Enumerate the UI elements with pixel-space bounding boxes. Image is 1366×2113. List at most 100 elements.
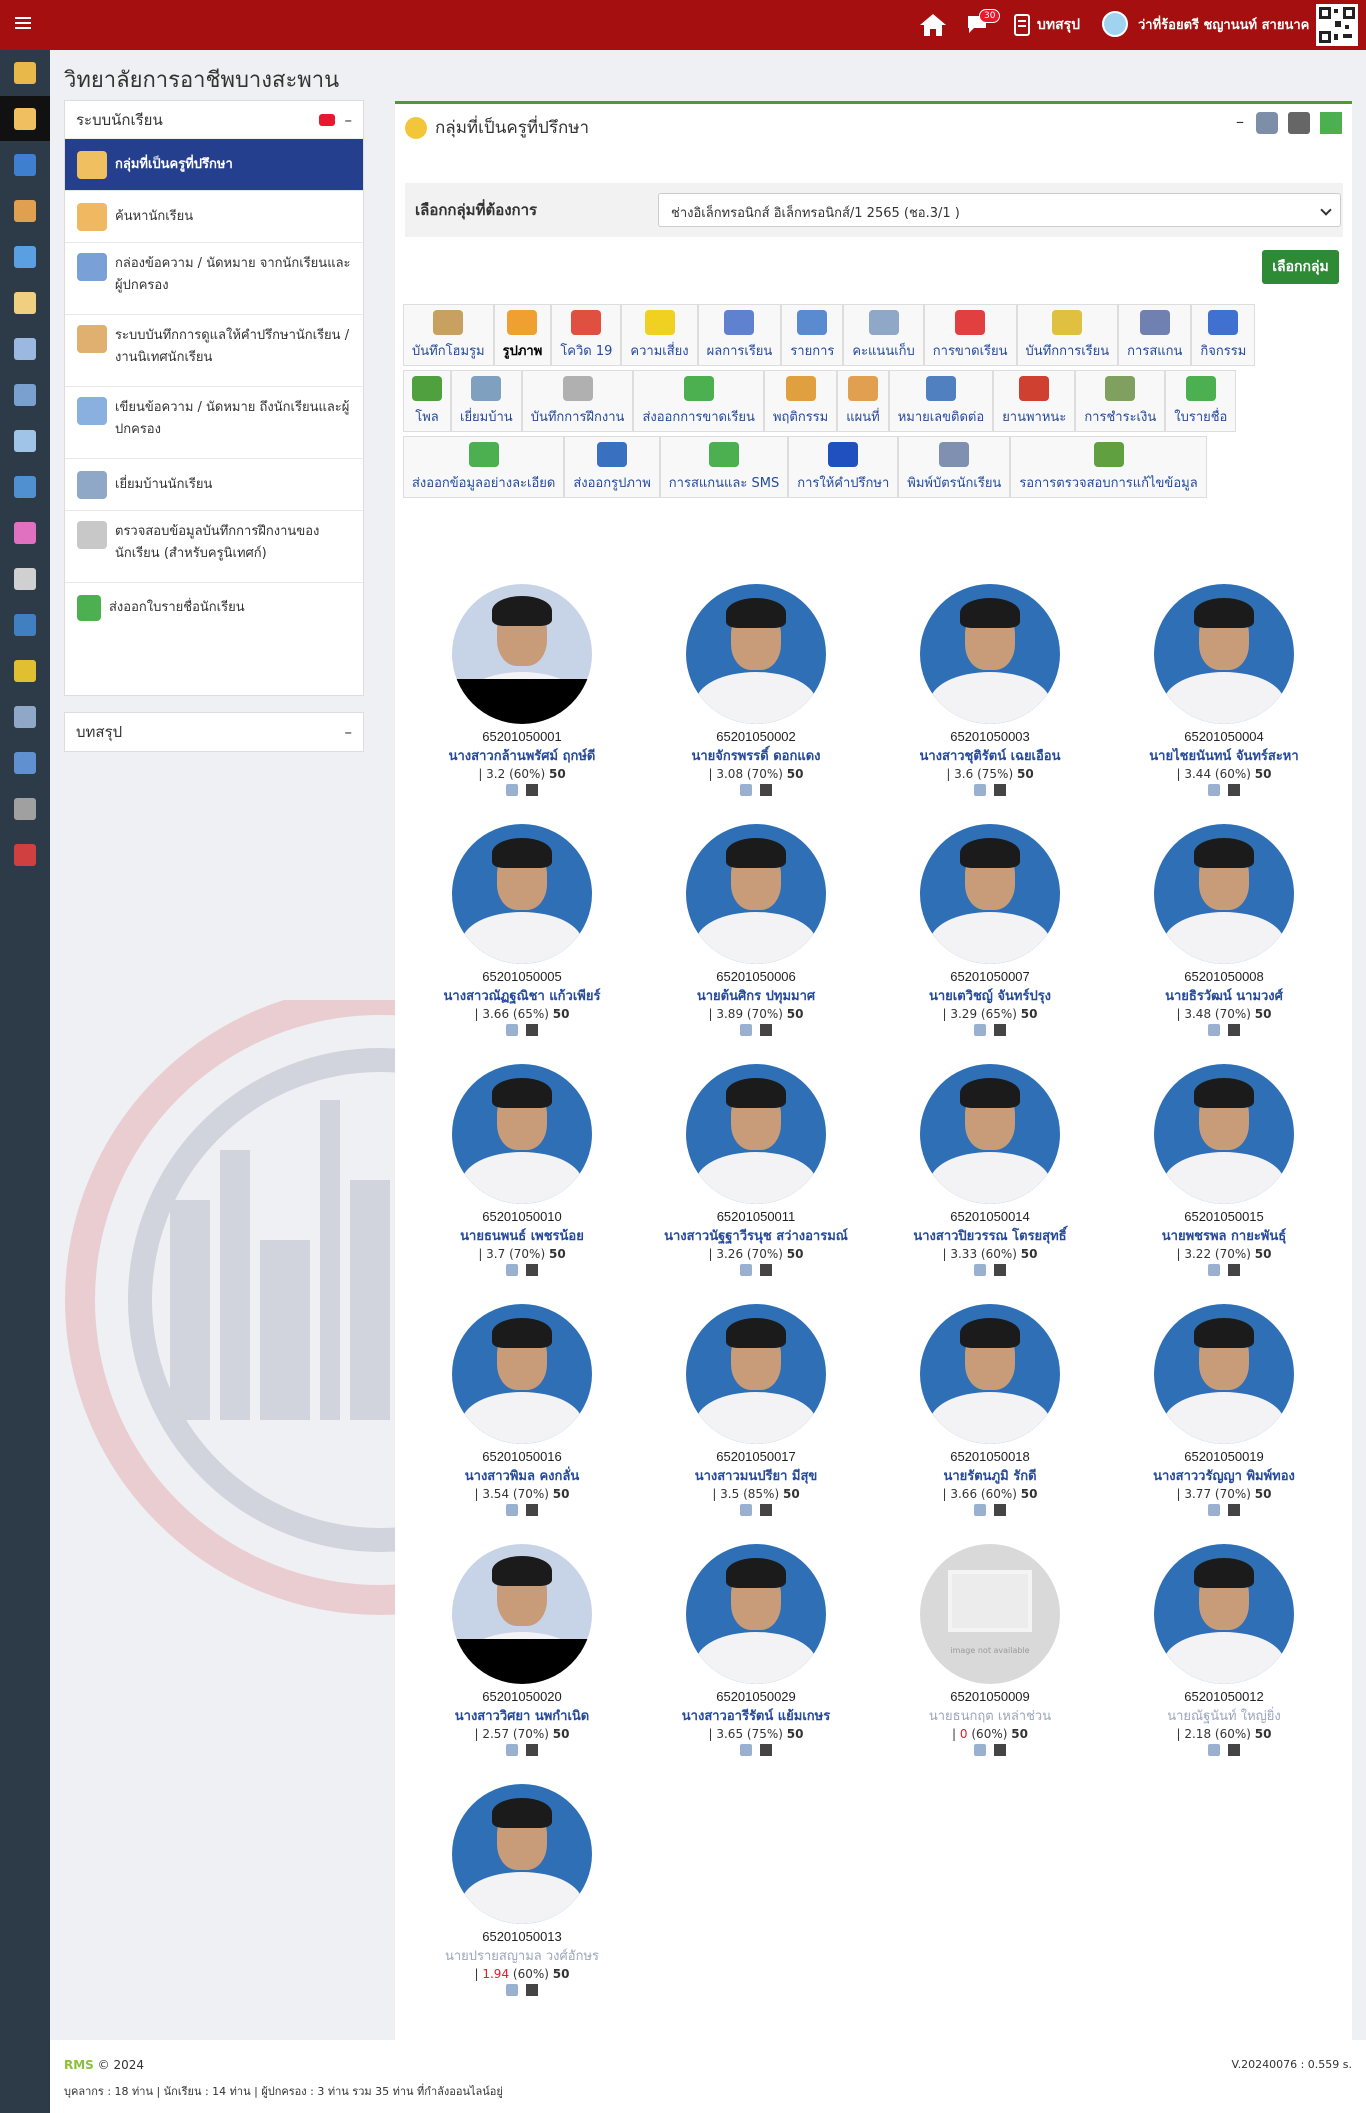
student-card[interactable]: 65201050020 นางสาววิศยา นพกำเนิด | 2.57 (7…: [405, 1544, 639, 1756]
student-card[interactable]: 65201050002 นายจักรพรรดิ์ ดอกแดง | 3.08 (7…: [639, 584, 873, 796]
student-id[interactable]: 65201050020: [405, 1689, 639, 1704]
student-photo[interactable]: [452, 1064, 592, 1204]
tool-row2-6[interactable]: หมายเลขติดต่อ: [888, 370, 994, 432]
student-card[interactable]: 65201050003 นางสาวชุติรัตน์ เฉยเอือน | 3.6…: [873, 584, 1107, 796]
qr-code-icon[interactable]: [526, 784, 538, 796]
book-icon[interactable]: [506, 1984, 518, 1996]
tool-row2-0[interactable]: โพล: [403, 370, 451, 432]
tool-row1-9[interactable]: การสแกน: [1118, 304, 1192, 366]
student-name[interactable]: นางสาวกล้านพรัศม์ ฤกษ์ดี: [405, 745, 639, 766]
student-photo[interactable]: [920, 1304, 1060, 1444]
qr-code-icon[interactable]: [994, 1744, 1006, 1756]
student-photo[interactable]: [1154, 824, 1294, 964]
qr-code-icon[interactable]: [760, 784, 772, 796]
qr-code-icon[interactable]: [994, 1264, 1006, 1276]
book-icon[interactable]: [740, 784, 752, 796]
qr-code-icon[interactable]: [1228, 1024, 1240, 1036]
student-photo[interactable]: [452, 824, 592, 964]
book-icon[interactable]: [506, 1744, 518, 1756]
student-id[interactable]: 65201050011: [639, 1209, 873, 1224]
tool-row1-3[interactable]: ความเสี่ยง: [621, 304, 698, 366]
youtube-icon[interactable]: [318, 113, 335, 126]
student-photo[interactable]: [920, 824, 1060, 964]
student-name[interactable]: นางสาววิศยา นพกำเนิด: [405, 1705, 639, 1726]
nav-settings-icon[interactable]: [14, 798, 36, 820]
tool-row3-5[interactable]: รอการตรวจสอบการแก้ไขข้อมูล: [1010, 436, 1207, 498]
menu-home-visit[interactable]: เยี่ยมบ้านนักเรียน: [65, 459, 363, 511]
student-name[interactable]: นายเตวิชญ์ จันทร์ปรุง: [873, 985, 1107, 1006]
nav-tools-icon[interactable]: [14, 614, 36, 636]
student-photo[interactable]: image not available: [920, 1544, 1060, 1684]
user-menu[interactable]: ว่าที่ร้อยตรี ชญานนท์ สายนาค: [1102, 11, 1309, 37]
excel-export-icon[interactable]: [1320, 112, 1342, 134]
menu-inbox[interactable]: กล่องข้อความ / นัดหมาย จากนักเรียนและผู้…: [65, 243, 363, 315]
student-card[interactable]: 65201050019 นางสาววรัญญา พิมพ์ทอง | 3.77 (…: [1107, 1304, 1341, 1516]
book-icon[interactable]: [740, 1024, 752, 1036]
nav-news-icon[interactable]: [14, 430, 36, 452]
student-name[interactable]: นางสาวณัฏฐณิชา แก้วเพียร์: [405, 985, 639, 1006]
student-id[interactable]: 65201050012: [1107, 1689, 1341, 1704]
notification-button[interactable]: 30: [965, 9, 1001, 40]
qr-code-icon[interactable]: [760, 1504, 772, 1516]
student-photo[interactable]: [686, 1544, 826, 1684]
student-id[interactable]: 65201050007: [873, 969, 1107, 984]
student-card[interactable]: image not available 65201050009 นายธนกฤต เ…: [873, 1544, 1107, 1756]
book-icon[interactable]: [740, 1264, 752, 1276]
nav-thumb-icon[interactable]: [14, 292, 36, 314]
tool-row1-4[interactable]: ผลการเรียน: [697, 304, 782, 366]
qr-code-icon[interactable]: [1228, 1504, 1240, 1516]
student-card[interactable]: 65201050005 นางสาวณัฏฐณิชา แก้วเพียร์ | 3.…: [405, 824, 639, 1036]
student-id[interactable]: 65201050019: [1107, 1449, 1341, 1464]
book-icon[interactable]: [740, 1744, 752, 1756]
student-name[interactable]: นางสาวชุติรัตน์ เฉยเอือน: [873, 745, 1107, 766]
student-card[interactable]: 65201050012 นายณัฐนันท์ ใหญ่ยิ่ง | 2.18 (6…: [1107, 1544, 1341, 1756]
select-group-button[interactable]: เลือกกลุ่ม: [1262, 250, 1339, 284]
student-name[interactable]: นายรัตนภูมิ รักดี: [873, 1465, 1107, 1486]
qr-code-icon[interactable]: [994, 1504, 1006, 1516]
tool-row3-2[interactable]: การสแกนและ SMS: [659, 436, 789, 498]
student-name[interactable]: นางสาวพิมล คงกลั่น: [405, 1465, 639, 1486]
book-icon[interactable]: [974, 1504, 986, 1516]
nav-flower-icon[interactable]: [14, 522, 36, 544]
student-id[interactable]: 65201050016: [405, 1449, 639, 1464]
nav-group-icon[interactable]: [14, 62, 36, 84]
book-icon[interactable]: [506, 1504, 518, 1516]
student-card[interactable]: 65201050007 นายเตวิชญ์ จันทร์ปรุง | 3.29 (…: [873, 824, 1107, 1036]
book-icon[interactable]: [974, 1744, 986, 1756]
student-card[interactable]: 65201050016 นางสาวพิมล คงกลั่น | 3.54 (70%…: [405, 1304, 639, 1516]
student-id[interactable]: 65201050001: [405, 729, 639, 744]
qr-code-icon[interactable]: [526, 1984, 538, 1996]
qr-code-icon[interactable]: [994, 784, 1006, 796]
menu-search-students[interactable]: ค้นหานักเรียน: [65, 191, 363, 243]
student-name[interactable]: นายธิรวัฒน์ นามวงศ์: [1107, 985, 1341, 1006]
tool-row1-6[interactable]: คะแนนเก็บ: [843, 304, 924, 366]
qr-code-icon[interactable]: [526, 1504, 538, 1516]
qr-code-icon[interactable]: [1316, 4, 1358, 46]
nav-logout-icon[interactable]: [14, 844, 36, 866]
collapse-icon[interactable]: –: [345, 111, 353, 129]
qr-code-icon[interactable]: [760, 1024, 772, 1036]
nav-trash-icon[interactable]: [14, 706, 36, 728]
menu-write-message[interactable]: เขียนข้อความ / นัดหมาย ถึงนักเรียนและผู้…: [65, 387, 363, 459]
student-photo[interactable]: [1154, 1544, 1294, 1684]
tool-row1-8[interactable]: บันทึกการเรียน: [1016, 304, 1119, 366]
group-select[interactable]: ช่างอิเล็กทรอนิกส์ อิเล็กทรอนิกส์/1 2565…: [658, 193, 1341, 227]
book-icon[interactable]: [506, 1024, 518, 1036]
tool-row1-10[interactable]: กิจกรรม: [1191, 304, 1256, 366]
nav-map-icon[interactable]: [14, 660, 36, 682]
student-photo[interactable]: [920, 584, 1060, 724]
tool-row3-1[interactable]: ส่งออกรูปภาพ: [564, 436, 660, 498]
student-card[interactable]: 65201050029 นางสาวอารีรัตน์ แย้มเกษร | 3.6…: [639, 1544, 873, 1756]
menu-advisor-groups[interactable]: กลุ่มที่เป็นครูที่ปรึกษา: [65, 139, 363, 191]
student-id[interactable]: 65201050015: [1107, 1209, 1341, 1224]
book-icon[interactable]: [974, 784, 986, 796]
tool-row1-5[interactable]: รายการ: [781, 304, 844, 366]
hamburger-menu-icon[interactable]: [15, 17, 31, 29]
tool-row2-9[interactable]: ใบรายชื่อ: [1165, 370, 1237, 432]
tool-row3-0[interactable]: ส่งออกข้อมูลอย่างละเอียด: [403, 436, 565, 498]
tool-row2-3[interactable]: ส่งออกการขาดเรียน: [633, 370, 764, 432]
student-id[interactable]: 65201050014: [873, 1209, 1107, 1224]
book-icon[interactable]: [1208, 1024, 1220, 1036]
student-name[interactable]: นางสาวปิยวรรณ โตรยสุทธิ์: [873, 1225, 1107, 1246]
network-icon[interactable]: [1256, 112, 1278, 134]
